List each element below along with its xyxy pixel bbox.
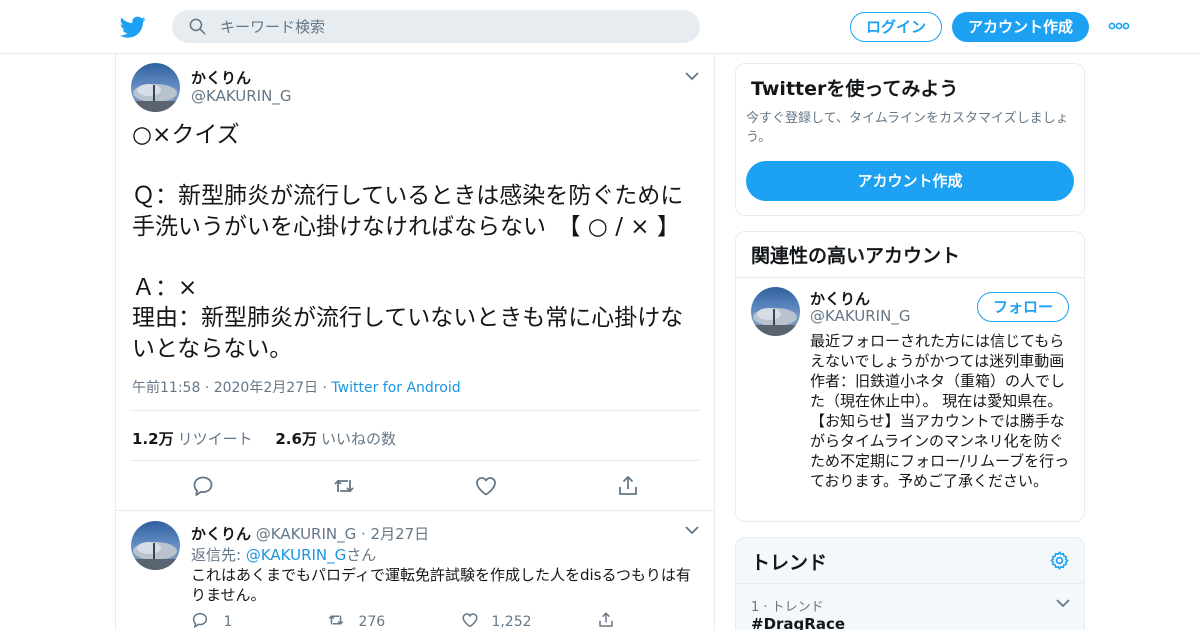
reply-icon: [192, 612, 208, 629]
more-dots-icon[interactable]: [1108, 22, 1130, 30]
tweet-text: ○×クイズ Ｑ：新型肺炎が流行しているときは感染を防ぐために手洗いうがいを心掛け…: [132, 122, 684, 362]
tweet-metadata: 午前11:58 · 2020年2月27日 · Twitter for Andro…: [132, 380, 461, 396]
share-icon: [599, 612, 613, 627]
divider: [736, 583, 1084, 584]
related-account-handle[interactable]: @KAKURIN_G: [810, 307, 910, 325]
login-button[interactable]: ログイン: [850, 12, 942, 42]
divider: [736, 277, 1084, 278]
gear-icon[interactable]: [1049, 550, 1070, 571]
reply-text: これはあくまでもパロディで運転免許試験を作成した人をdisるつもりは有りません。: [191, 566, 691, 604]
reply-to-mention[interactable]: @KAKURIN_G: [246, 546, 346, 564]
like-heart-icon[interactable]: [474, 474, 498, 498]
tweet-source-link[interactable]: Twitter for Android: [331, 380, 460, 396]
search-input[interactable]: [220, 10, 680, 43]
twitter-bird-icon[interactable]: [120, 14, 146, 40]
like-heart-icon: [462, 613, 478, 628]
chevron-down-icon[interactable]: [1056, 598, 1070, 608]
reply-author-name[interactable]: かくりん: [191, 525, 251, 543]
tweet-stats: 1.2万 リツイート 2.6万 いいねの数: [132, 428, 396, 449]
chevron-down-icon[interactable]: [685, 525, 699, 535]
reply-author[interactable]: かくりん @KAKURIN_G · 2月27日: [191, 523, 429, 544]
signup-promo-card: Twitterを使ってみよう 今すぐ登録して、タイムラインをカスタマイズしましょ…: [735, 63, 1085, 216]
tweet-timestamp[interactable]: 午前11:58 · 2020年2月27日: [132, 380, 318, 396]
trend-hashtag[interactable]: #DragRace: [751, 615, 845, 630]
trends-card: トレンド 1 · トレンド #DragRace: [735, 537, 1085, 630]
reply-like-action[interactable]: 1,252: [461, 611, 532, 630]
related-account-bio: 最近フォローされた方には信じてもらえないでしょうがかつては迷列車動画作者：旧鉄道…: [810, 332, 1070, 490]
signup-promo-title: Twitterを使ってみよう: [751, 78, 959, 100]
reply-date[interactable]: · 2月27日: [361, 525, 429, 543]
tweet-separator: [116, 510, 714, 511]
divider: [130, 410, 700, 411]
trends-title: トレンド: [751, 552, 828, 574]
reply-to-line: 返信先: @KAKURIN_Gさん: [191, 546, 377, 564]
follow-button[interactable]: フォロー: [977, 292, 1069, 322]
reply-icon[interactable]: [191, 474, 215, 498]
avatar[interactable]: [131, 63, 180, 112]
related-account-name[interactable]: かくりん: [810, 288, 870, 309]
tweet-column: かくりん @KAKURIN_G ○×クイズ Ｑ：新型肺炎が流行しているときは感染…: [115, 54, 715, 630]
signup-button[interactable]: アカウント作成: [952, 12, 1089, 42]
avatar[interactable]: [751, 287, 800, 336]
divider: [130, 460, 700, 461]
top-navigation-bar: ログイン アカウント作成: [0, 0, 1200, 54]
tweet-author-name[interactable]: かくりん: [191, 67, 251, 88]
reply-reply-action[interactable]: 1: [191, 611, 232, 630]
create-account-button[interactable]: アカウント作成: [746, 161, 1074, 201]
retweet-icon[interactable]: [332, 474, 356, 498]
trend-rank-label: 1 · トレンド: [751, 600, 824, 615]
like-stat[interactable]: 2.6万 いいねの数: [275, 430, 396, 448]
related-accounts-title: 関連性の高いアカウント: [751, 245, 961, 267]
reply-share-action[interactable]: [597, 611, 615, 630]
related-accounts-card: 関連性の高いアカウント かくりん @KAKURIN_G フォロー 最近フォローさ…: [735, 231, 1085, 522]
retweet-stat[interactable]: 1.2万 リツイート: [132, 430, 253, 448]
reply-author-handle[interactable]: @KAKURIN_G: [256, 525, 356, 543]
tweet-author-handle[interactable]: @KAKURIN_G: [191, 87, 291, 105]
retweet-icon: [328, 615, 344, 625]
search-box[interactable]: [172, 10, 700, 43]
reply-retweet-action[interactable]: 276: [326, 611, 385, 630]
share-icon[interactable]: [616, 474, 640, 498]
avatar[interactable]: [131, 521, 180, 570]
chevron-down-icon[interactable]: [685, 71, 699, 81]
search-icon: [189, 18, 206, 35]
signup-promo-description: 今すぐ登録して、タイムラインをカスタマイズしましょう。: [746, 111, 1069, 145]
